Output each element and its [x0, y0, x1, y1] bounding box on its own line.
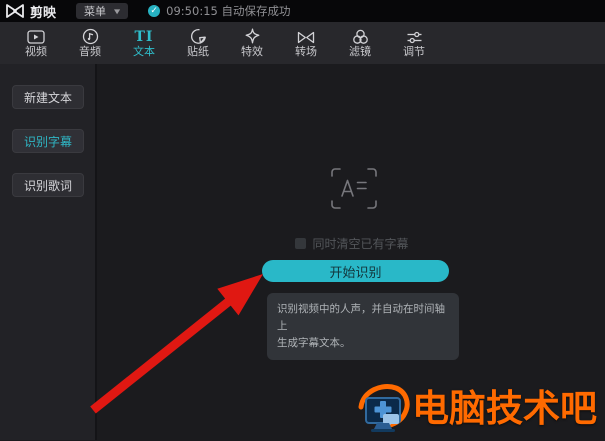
filter-icon [352, 28, 369, 45]
sticker-icon [190, 28, 207, 45]
tab-label: 滤镜 [349, 45, 371, 58]
sidebar-item-recognize-subtitles[interactable]: 识别字幕 [12, 129, 84, 153]
tab-label: 视频 [25, 45, 47, 58]
clear-subtitles-label: 同时清空已有字幕 [312, 237, 409, 251]
chevron-down-icon: ▼ [114, 7, 121, 15]
app-title: 剪映 [30, 5, 57, 21]
effects-icon [244, 28, 261, 45]
tab-video[interactable]: 视频 [9, 23, 63, 63]
watermark-text: 电脑技术吧 [412, 387, 597, 430]
description-line2: 生成字幕文本。 [277, 337, 351, 349]
adjust-icon [406, 28, 423, 45]
sidebar-item-new-text[interactable]: 新建文本 [12, 85, 84, 109]
text-panel-sidebar: 新建文本 识别字幕 识别歌词 [0, 64, 97, 440]
tab-label: 文本 [133, 45, 155, 58]
check-circle-icon: ✓ [148, 5, 161, 17]
tab-label: 音频 [79, 45, 101, 58]
watermark: 电脑技术吧 [358, 381, 597, 437]
subtitle-recognition-icon [331, 168, 377, 209]
tab-transition[interactable]: 转场 [279, 23, 333, 63]
tab-audio[interactable]: 音频 [63, 23, 117, 63]
menu-button-label: 菜单 [84, 5, 107, 18]
clear-subtitles-checkbox[interactable] [295, 238, 307, 249]
text-icon: TI [134, 29, 154, 45]
sidebar-item-recognize-lyrics[interactable]: 识别歌词 [12, 173, 84, 197]
tab-label: 贴纸 [187, 45, 209, 58]
tab-filter[interactable]: 滤镜 [333, 23, 387, 63]
autosave-time: 09:50:15 [166, 4, 218, 18]
recognition-description: 识别视频中的人声，并自动在时间轴上 生成字幕文本。 [267, 293, 459, 360]
tab-sticker[interactable]: 贴纸 [171, 23, 225, 63]
menu-button[interactable]: 菜单 ▼ [76, 3, 129, 19]
transition-icon [297, 28, 315, 45]
audio-icon [82, 28, 99, 45]
tab-adjust[interactable]: 调节 [387, 23, 441, 63]
capcut-logo-icon [5, 3, 25, 19]
description-line1: 识别视频中的人声，并自动在时间轴上 [277, 303, 445, 332]
titlebar: 剪映 菜单 ▼ ✓ 09:50:15 自动保存成功 [0, 0, 605, 22]
tab-label: 转场 [295, 45, 317, 58]
autosave-message: 自动保存成功 [221, 4, 291, 18]
tab-effects[interactable]: 特效 [225, 23, 279, 63]
start-recognition-button[interactable]: 开始识别 [262, 260, 449, 282]
autosave-status: ✓ 09:50:15 自动保存成功 [148, 3, 290, 19]
tab-label: 特效 [241, 45, 263, 58]
tab-label: 调节 [403, 45, 425, 58]
video-icon [27, 28, 45, 45]
media-toolbar: 视频 音频 TI 文本 贴纸 特效 转场 滤镜 调节 [0, 22, 605, 64]
computer-tech-logo-icon [358, 381, 412, 437]
tab-text[interactable]: TI 文本 [117, 23, 171, 63]
clear-subtitles-option: 同时清空已有字幕 [99, 235, 605, 252]
